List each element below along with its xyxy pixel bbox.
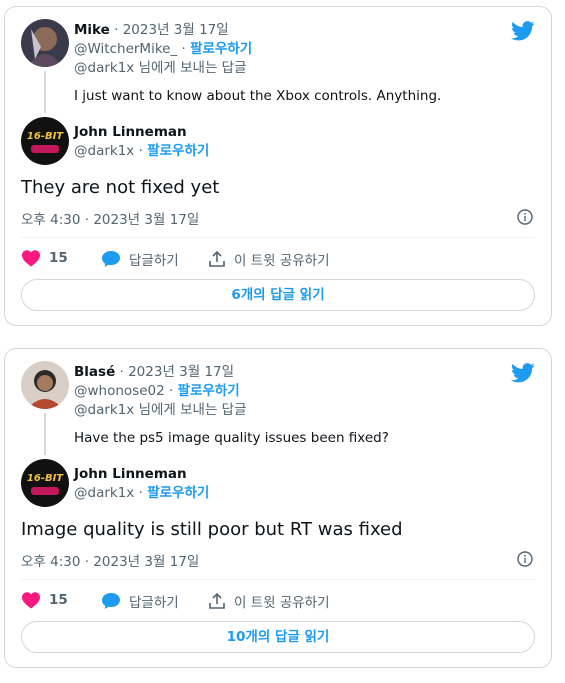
reply-label: 답글하기 — [129, 595, 179, 611]
thread-line — [44, 413, 46, 455]
author-handle[interactable]: @dark1x — [74, 143, 134, 159]
follow-button[interactable]: 팔로우하기 — [147, 143, 209, 159]
share-button[interactable]: 이 트윗 공유하기 — [208, 249, 330, 269]
avatar[interactable]: 16-BIT — [21, 117, 69, 165]
twitter-bird-icon[interactable] — [511, 363, 535, 383]
follow-button[interactable]: 팔로우하기 — [147, 485, 209, 501]
share-icon — [209, 592, 225, 609]
post-date[interactable]: · 2023년 3월 17일 — [114, 22, 229, 38]
reply-label: 답글하기 — [129, 253, 179, 269]
tweet-text: Image quality is still poor but RT was f… — [21, 519, 403, 540]
tweet-card: Mike · 2023년 3월 17일 @WitcherMike_ · 팔로우하… — [4, 6, 552, 326]
share-icon — [209, 250, 225, 267]
svg-text:16-BIT: 16-BIT — [27, 131, 64, 142]
svg-text:16-BIT: 16-BIT — [27, 473, 64, 484]
tweet-text: They are not fixed yet — [21, 177, 220, 198]
author-name[interactable]: John Linneman — [74, 466, 187, 482]
heart-icon — [22, 592, 40, 609]
follow-button[interactable]: 팔로우하기 — [190, 41, 252, 57]
thread-line — [44, 71, 46, 113]
author-name[interactable]: John Linneman — [74, 124, 187, 140]
author-name[interactable]: Mike — [74, 22, 110, 38]
reply-button[interactable]: 답글하기 — [101, 591, 179, 611]
share-label: 이 트윗 공유하기 — [234, 595, 330, 611]
post-date[interactable]: · 2023년 3월 17일 — [120, 364, 235, 380]
avatar[interactable]: 16-BIT — [21, 459, 69, 507]
info-icon[interactable] — [517, 209, 533, 225]
like-count: 15 — [49, 592, 68, 608]
author-handle[interactable]: @whonose02 — [74, 383, 165, 399]
info-icon[interactable] — [517, 551, 533, 567]
like-button[interactable]: 15 — [21, 249, 68, 267]
tweet-timestamp[interactable]: 오후 4:30 · 2023년 3월 17일 — [21, 208, 199, 228]
separator-dot: · — [169, 383, 174, 399]
read-replies-button[interactable]: 10개의 답글 읽기 — [21, 621, 535, 653]
heart-icon — [22, 250, 40, 267]
separator-dot: · — [138, 143, 143, 159]
share-button[interactable]: 이 트윗 공유하기 — [208, 591, 330, 611]
parent-tweet-text: I just want to know about the Xbox contr… — [74, 88, 442, 104]
follow-button[interactable]: 팔로우하기 — [178, 383, 240, 399]
reply-to-label: @dark1x 님에게 보내는 답글 — [74, 402, 247, 418]
tweet-card: Blasé · 2023년 3월 17일 @whonose02 · 팔로우하기 … — [4, 348, 552, 668]
avatar[interactable] — [21, 361, 69, 409]
reply-bubble-icon — [102, 251, 120, 267]
reply-to-label: @dark1x 님에게 보내는 답글 — [74, 60, 247, 76]
divider — [21, 237, 535, 238]
like-button[interactable]: 15 — [21, 591, 68, 609]
read-replies-button[interactable]: 6개의 답글 읽기 — [21, 279, 535, 311]
avatar[interactable] — [21, 19, 69, 67]
separator-dot: · — [181, 41, 186, 57]
share-label: 이 트윗 공유하기 — [234, 253, 330, 269]
author-name[interactable]: Blasé — [74, 364, 115, 380]
like-count: 15 — [49, 250, 68, 266]
parent-tweet-text: Have the ps5 image quality issues been f… — [74, 430, 389, 446]
twitter-bird-icon[interactable] — [511, 21, 535, 41]
reply-button[interactable]: 답글하기 — [101, 249, 179, 269]
author-handle[interactable]: @dark1x — [74, 485, 134, 501]
separator-dot: · — [138, 485, 143, 501]
reply-bubble-icon — [102, 593, 120, 609]
tweet-timestamp[interactable]: 오후 4:30 · 2023년 3월 17일 — [21, 550, 199, 570]
author-handle[interactable]: @WitcherMike_ — [74, 41, 177, 57]
divider — [21, 579, 535, 580]
